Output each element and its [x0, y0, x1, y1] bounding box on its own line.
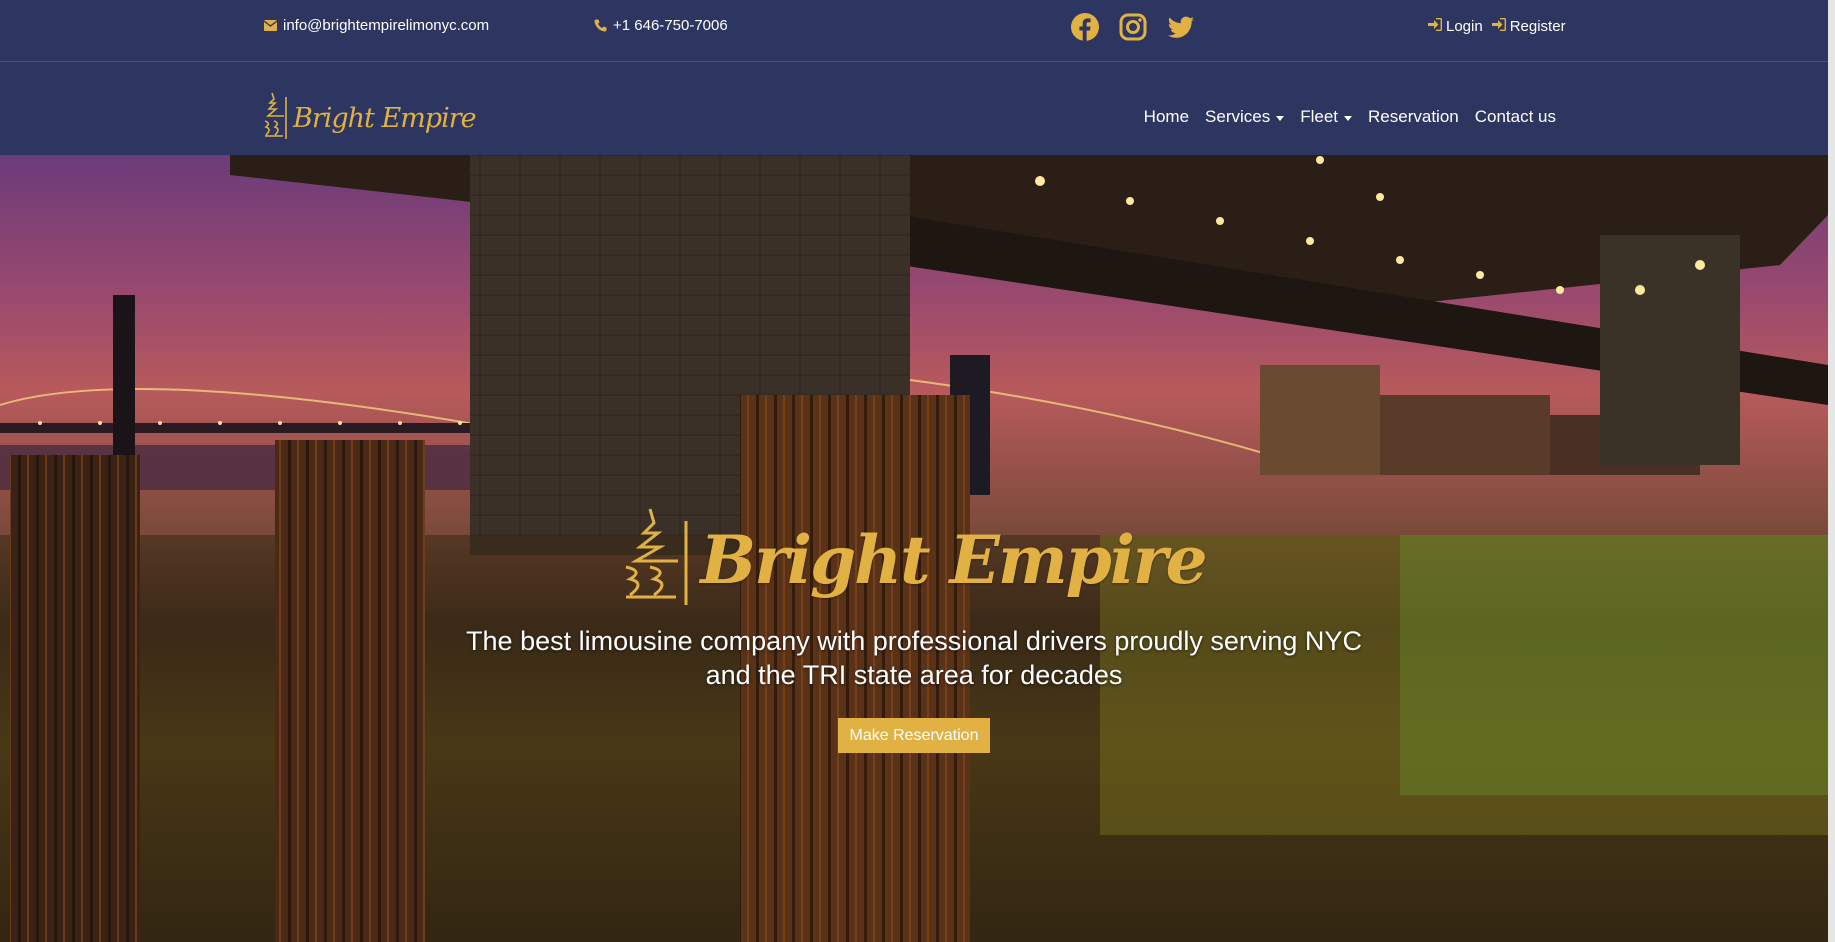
nav-fleet-dropdown[interactable]: Fleet	[1300, 107, 1353, 127]
hero-brand-name: Bright Empire	[700, 520, 1207, 599]
top-info-bar: info@brightempirelimonyc.com +1 646-750-…	[0, 0, 1828, 62]
login-label: Login	[1446, 18, 1483, 35]
empire-crest-icon	[622, 507, 692, 612]
brand-name: Bright Empire	[293, 103, 477, 134]
phone-text: +1 646-750-7006	[613, 17, 728, 34]
hero-tagline: The best limousine company with professi…	[466, 626, 1362, 690]
nav-fleet-label: Fleet	[1300, 107, 1339, 126]
phone-contact[interactable]: +1 646-750-7006	[594, 17, 728, 34]
nav-contact-label: Contact us	[1474, 107, 1556, 126]
nav-services-dropdown[interactable]: Services	[1205, 107, 1285, 127]
caret-down-icon	[1276, 115, 1285, 121]
auth-links: Login Register	[1428, 18, 1566, 35]
register-link[interactable]: Register	[1491, 18, 1566, 35]
hero-content: Bright Empire The best limousine company…	[0, 155, 1828, 942]
caret-down-icon	[1344, 115, 1353, 121]
main-navbar: Bright Empire Home Services Fleet Reserv…	[0, 63, 1828, 155]
phone-icon	[594, 19, 607, 32]
sign-in-icon	[1428, 18, 1442, 35]
envelope-icon	[264, 20, 277, 31]
brand-logo[interactable]: Bright Empire	[263, 91, 477, 146]
make-reservation-button[interactable]: Make Reservation	[837, 718, 991, 753]
email-text: info@brightempirelimonyc.com	[283, 17, 490, 34]
hero-logo: Bright Empire	[622, 507, 1208, 612]
twitter-icon[interactable]	[1166, 12, 1196, 42]
nav-reservation-label: Reservation	[1368, 107, 1459, 126]
hero-section: Bright Empire The best limousine company…	[0, 155, 1828, 942]
nav-services-label: Services	[1205, 107, 1271, 126]
email-contact[interactable]: info@brightempirelimonyc.com	[264, 17, 489, 34]
nav-contact[interactable]: Contact us	[1475, 107, 1556, 127]
nav-menu: Home Services Fleet Reservation Contact …	[1144, 107, 1556, 127]
facebook-icon[interactable]	[1070, 12, 1100, 42]
empire-crest-icon	[263, 91, 289, 146]
instagram-icon[interactable]	[1118, 12, 1148, 42]
social-links	[1070, 12, 1196, 42]
nav-reservation[interactable]: Reservation	[1368, 107, 1459, 127]
nav-home-label: Home	[1143, 107, 1190, 126]
sign-in-icon	[1491, 18, 1506, 35]
login-link[interactable]: Login	[1428, 18, 1483, 35]
nav-home[interactable]: Home	[1144, 107, 1189, 127]
register-label: Register	[1509, 18, 1566, 35]
page-scrollbar[interactable]	[1828, 0, 1835, 942]
